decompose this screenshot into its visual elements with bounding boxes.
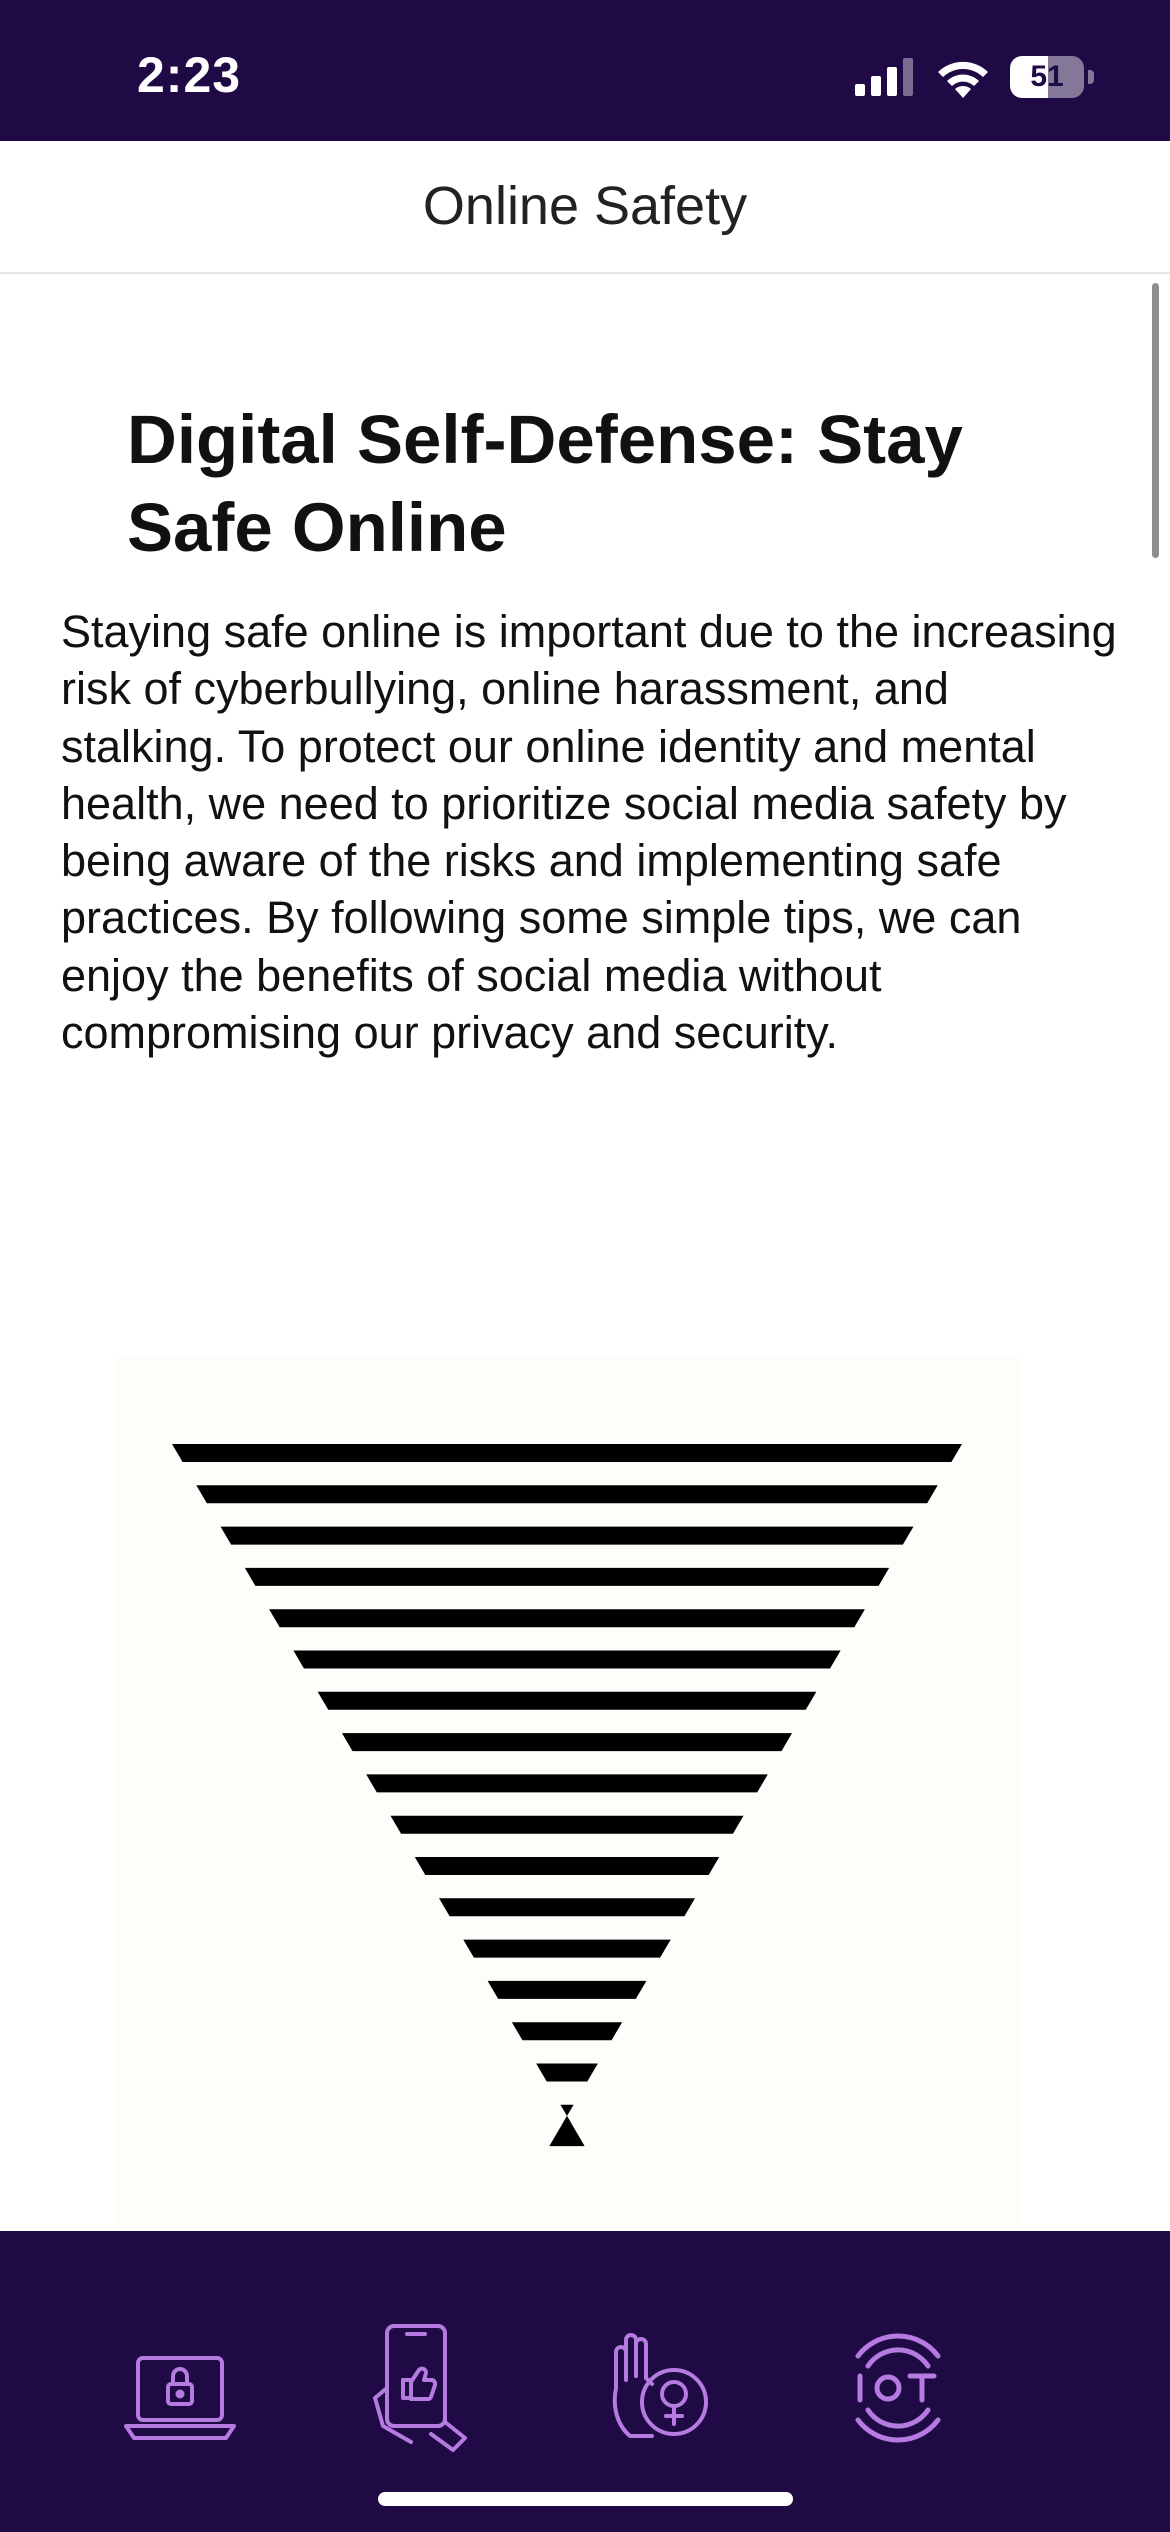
tab-laptop-security[interactable] [120, 2318, 240, 2458]
triangle-stripe [220, 1526, 914, 1545]
page-title: Online Safety [422, 176, 748, 236]
battery-indicator: 51 [1010, 56, 1084, 98]
triangle-stripe [244, 1567, 890, 1586]
triangle-stripe [487, 1980, 647, 1999]
triangle-stripe [341, 1733, 793, 1752]
triangle-stripe [366, 1774, 768, 1793]
nav-header: Online Safety [0, 141, 1170, 274]
triangle-stripe [390, 1815, 744, 1834]
triangle-stripe [463, 1939, 671, 1958]
iot-signal-icon [855, 2333, 941, 2443]
triangle-stripe [536, 2063, 598, 2082]
tab-iot-security[interactable] [838, 2318, 958, 2458]
article-headline: Digital Self-Defense: Stay Safe Online [127, 401, 963, 566]
triangle-stripe [414, 1857, 720, 1875]
triangle-stripe [196, 1485, 938, 1504]
inverted-triangle-illustration [115, 1356, 1020, 2231]
home-indicator[interactable] [378, 2492, 793, 2506]
laptop-lock-icon [124, 2356, 236, 2440]
triangle-stripe [172, 1444, 962, 1462]
tab-women-safety[interactable] [600, 2318, 720, 2458]
triangle-tip [549, 2116, 585, 2147]
tab-social-media[interactable] [365, 2318, 485, 2458]
tab-bar [0, 2231, 1170, 2532]
triangle-stripe [293, 1650, 841, 1669]
triangle-stripe [317, 1691, 817, 1710]
hand-female-symbol-icon [612, 2333, 708, 2438]
wifi-icon [938, 61, 988, 98]
article-content[interactable]: Digital Self-Defense: Stay Safe Online S… [0, 276, 1170, 2231]
triangle-stripe [439, 1898, 695, 1917]
phone-like-icon [373, 2324, 467, 2452]
status-time: 2:23 [137, 47, 242, 103]
triangle-stripe [269, 1609, 865, 1628]
battery-percent: 51 [1030, 60, 1064, 93]
triangle-stripe [511, 2022, 623, 2041]
article-body: Staying safe online is important due to … [61, 606, 1117, 1059]
battery-nub [1088, 70, 1094, 84]
cellular-signal-icon [855, 58, 913, 96]
status-bar: 2:23 51 [0, 0, 1170, 141]
striped-triangle-graphic [172, 1444, 962, 2147]
